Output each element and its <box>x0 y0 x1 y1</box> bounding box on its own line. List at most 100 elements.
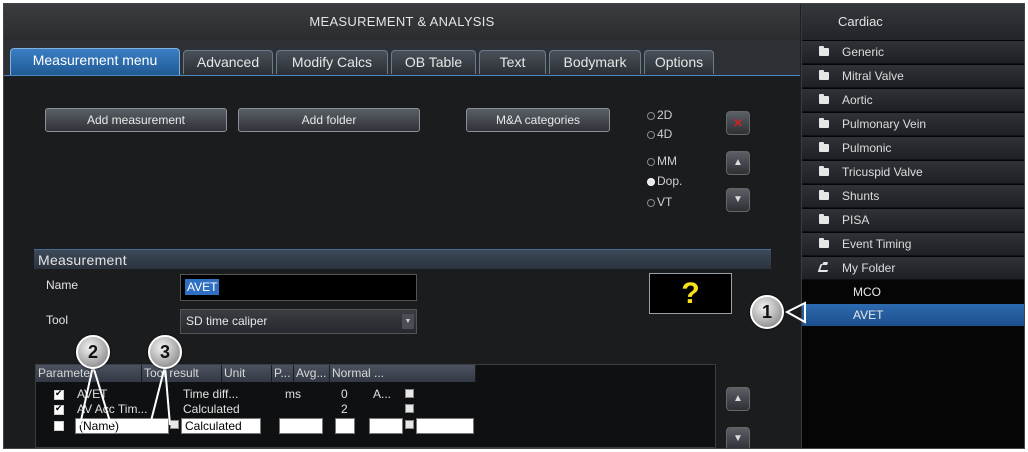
mode-label: Dop. <box>657 174 683 188</box>
sidebar-item-tricuspid-valve[interactable]: Tricuspid Valve <box>802 161 1024 184</box>
sidebar-item-aortic[interactable]: Aortic <box>802 89 1024 112</box>
unit-input[interactable] <box>279 418 323 434</box>
column-header-tool-result: Tool result <box>142 365 222 382</box>
avg-input[interactable] <box>369 418 403 434</box>
tool-dropdown[interactable]: SD time caliper ▼ <box>180 309 417 334</box>
category-sidebar: Cardiac Generic Mitral Valve Aortic Pulm… <box>801 4 1024 448</box>
add-folder-button[interactable]: Add folder <box>238 108 420 132</box>
folder-icon <box>819 118 829 128</box>
mode-radio-4d[interactable]: 4D <box>647 126 672 142</box>
tab-bar: Measurement menu Advanced Modify Calcs O… <box>4 40 800 76</box>
radio-dot <box>647 131 655 139</box>
sidebar-subitem-label: AVET <box>853 308 884 322</box>
sidebar-item-my-folder[interactable]: My Folder <box>802 257 1024 280</box>
measurement-menu-content: Add measurement Add folder M&A categorie… <box>4 77 800 448</box>
column-header-p: P... <box>272 365 294 382</box>
row-checkbox[interactable] <box>54 403 64 415</box>
tab-ob-table[interactable]: OB Table <box>391 50 476 74</box>
sidebar-item-generic[interactable]: Generic <box>802 41 1024 64</box>
tab-text[interactable]: Text <box>479 50 546 74</box>
radio-dot <box>647 158 655 166</box>
sidebar-item-pisa[interactable]: PISA <box>802 209 1024 232</box>
radio-dot <box>647 199 655 207</box>
mode-radio-mm[interactable]: MM <box>647 153 677 169</box>
move-up-button[interactable]: ▲ <box>726 151 750 175</box>
sidebar-item-pulmonary-vein[interactable]: Pulmonary Vein <box>802 113 1024 136</box>
name-label: Name <box>46 278 79 292</box>
folder-icon <box>819 94 829 104</box>
delete-button[interactable]: ✕ <box>726 111 750 135</box>
folder-icon <box>819 214 829 224</box>
normal-input[interactable] <box>416 418 474 434</box>
normal-range-button[interactable] <box>405 389 414 398</box>
sidebar-item-shunts[interactable]: Shunts <box>802 185 1024 208</box>
add-measurement-button[interactable]: Add measurement <box>45 108 227 132</box>
tool-label: Tool <box>46 313 69 327</box>
cell-parameter: AVET <box>77 388 108 401</box>
sidebar-item-mitral-valve[interactable]: Mitral Valve <box>802 65 1024 88</box>
mode-radio-2d[interactable]: 2D <box>647 107 672 123</box>
mode-label: 2D <box>657 108 673 122</box>
folder-icon <box>819 166 829 176</box>
sidebar-subitem-avet[interactable]: AVET <box>802 304 1024 326</box>
sidebar-item-label: Pulmonic <box>842 141 892 155</box>
categories-button[interactable]: M&A categories <box>466 108 610 132</box>
tab-options[interactable]: Options <box>644 50 714 74</box>
tab-measurement-menu[interactable]: Measurement menu <box>10 48 180 75</box>
folder-icon <box>819 142 829 152</box>
radio-dot <box>647 178 655 186</box>
column-header-unit: Unit <box>222 365 272 382</box>
mode-radio-dop[interactable]: Dop. <box>647 173 682 189</box>
name-field[interactable]: AVET <box>180 274 417 301</box>
cell-avg: A... <box>373 388 392 401</box>
app-window: MEASUREMENT & ANALYSIS Measurement menu … <box>3 3 1025 449</box>
sidebar-title: Cardiac <box>802 4 1024 40</box>
normal-range-button[interactable] <box>405 404 414 413</box>
sidebar-item-label: Aortic <box>842 93 873 107</box>
radio-dot <box>647 112 655 120</box>
mode-label: MM <box>657 154 677 168</box>
sidebar-item-label: Event Timing <box>842 237 912 251</box>
tab-advanced[interactable]: Advanced <box>183 50 273 74</box>
tab-bodymark[interactable]: Bodymark <box>549 50 641 74</box>
sidebar-item-label: Generic <box>842 45 885 59</box>
row-checkbox[interactable] <box>54 388 64 400</box>
parameter-table: Parameter Tool result Unit P... Avg... N… <box>35 364 716 448</box>
column-header-normal: Normal ... <box>330 365 476 382</box>
tool-result-input[interactable]: Calculated <box>181 418 261 434</box>
measurement-section-header: Measurement <box>34 249 771 269</box>
name-field-value: AVET <box>185 279 220 295</box>
window-title: MEASUREMENT & ANALYSIS <box>4 4 800 40</box>
callout-3: 3 <box>148 335 182 369</box>
chevron-down-icon: ▼ <box>402 314 414 329</box>
open-folder-icon <box>817 264 831 272</box>
table-move-down-button[interactable]: ▼ <box>726 427 750 448</box>
p-input[interactable] <box>335 418 355 434</box>
row-checkbox[interactable] <box>54 421 64 431</box>
folder-icon <box>819 190 829 200</box>
cell-p: 2 <box>341 403 348 416</box>
tab-modify-calcs[interactable]: Modify Calcs <box>276 50 388 74</box>
mode-label: VT <box>657 195 673 209</box>
normal-range-button[interactable] <box>405 420 414 429</box>
table-header: Parameter Tool result Unit P... Avg... N… <box>36 365 717 382</box>
parameter-options-button[interactable] <box>170 420 179 429</box>
mode-label: 4D <box>657 127 673 141</box>
cell-tool-result: Time diff... <box>183 388 239 401</box>
sidebar-subitem-label: MCO <box>853 285 881 299</box>
folder-icon <box>819 46 829 56</box>
main-panel: MEASUREMENT & ANALYSIS Measurement menu … <box>4 4 800 448</box>
sidebar-item-label: Mitral Valve <box>842 69 904 83</box>
column-header-avg: Avg... <box>294 365 330 382</box>
table-move-up-button[interactable]: ▲ <box>726 387 750 411</box>
sidebar-item-event-timing[interactable]: Event Timing <box>802 233 1024 256</box>
parameter-name-input[interactable]: (Name) <box>75 418 169 434</box>
sidebar-item-pulmonic[interactable]: Pulmonic <box>802 137 1024 160</box>
move-down-button[interactable]: ▼ <box>726 188 750 212</box>
sidebar-item-label: Tricuspid Valve <box>842 165 923 179</box>
mode-radio-vt[interactable]: VT <box>647 194 672 210</box>
folder-icon <box>819 70 829 80</box>
cell-p: 0 <box>341 388 348 401</box>
help-icon: ? <box>649 273 732 314</box>
sidebar-subitem-mco[interactable]: MCO <box>802 281 1024 303</box>
